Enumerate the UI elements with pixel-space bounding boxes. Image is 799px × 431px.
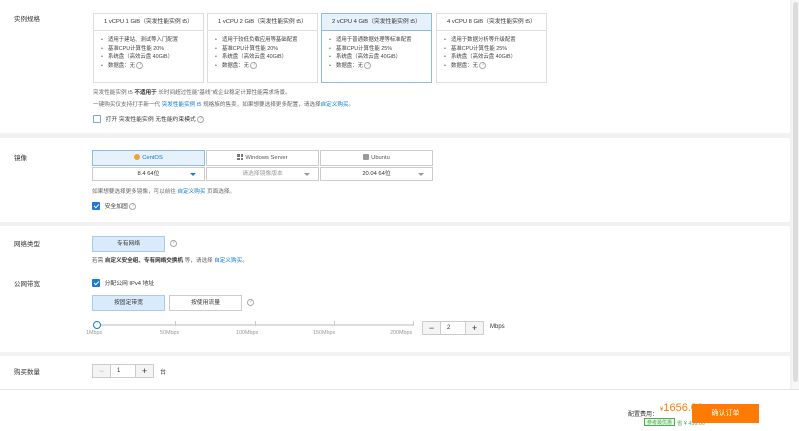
spec-card-1c1g[interactable]: 1 vCPU 1 GiB（突发性能实例 t5） 适用于建站、测试等入门配置 基准…: [93, 13, 204, 83]
bandwidth-slider[interactable]: [93, 321, 414, 329]
spec-card-title: 1 vCPU 2 GiB（突发性能实例 t5）: [208, 14, 317, 31]
help-icon[interactable]: ?: [364, 61, 372, 69]
spec-card-item: 适用于普通数据处理等标准配置: [329, 36, 431, 45]
spec-card-item: 系统盘（高效云盘 40GiB）: [329, 53, 431, 62]
help-icon[interactable]: ?: [170, 240, 177, 247]
order-footer: 配置费用： ¥1656.00 参考最优惠 省 ¥ 456.00 确认订单: [0, 389, 799, 431]
image-centos-option[interactable]: CentOS: [92, 150, 205, 166]
minus-icon[interactable]: −: [423, 322, 440, 334]
ubuntu-version-select[interactable]: 20.04 64位: [320, 167, 433, 181]
custom-purchase-link[interactable]: 自定义购买: [177, 189, 205, 195]
spec-card-item: 适用于建站、测试等入门配置: [101, 36, 203, 45]
image-section: 镜像 CentOS Windows Server Ubuntu 8.4 64位 …: [0, 138, 790, 222]
spec-card-item: 基准CPU计算性能 25%: [329, 45, 431, 54]
ubuntu-icon: [363, 154, 370, 161]
instance-spec-section: 实例规格 1 vCPU 1 GiB（突发性能实例 t5） 适用于建站、测试等入门…: [0, 0, 790, 133]
security-hardening-option[interactable]: 安全加固 ?: [92, 201, 137, 211]
help-icon[interactable]: ?: [247, 299, 254, 306]
burst-instance-link[interactable]: 突发性能实例 t5: [162, 102, 202, 108]
spec-card-4c8g[interactable]: 4 vCPU 8 GiB（突发性能实例 t5） 适用于数据分析等升级配置 基准C…: [436, 13, 547, 83]
security-hardening-checkbox[interactable]: [92, 202, 100, 211]
unlimited-mode-checkbox[interactable]: [93, 115, 101, 124]
image-note: 如果想要选择更多镜像，可以前往 自定义购买 页面选择。: [92, 189, 236, 195]
spec-card-item: 适用于较低负载应用等基础配置: [215, 36, 317, 45]
quantity-section: 购买数量 − 1 + 台: [0, 356, 790, 389]
help-icon[interactable]: ?: [250, 61, 258, 69]
spec-card-item: 系统盘（高效云盘 40GiB）: [444, 53, 546, 62]
slider-tick: [413, 321, 414, 326]
slider-tick-label: 200Mbps: [390, 330, 413, 336]
chevron-down-icon: [418, 173, 424, 176]
spec-card-item: 数据盘：无 ?: [329, 61, 431, 71]
spec-card-2c4g[interactable]: 2 vCPU 4 GiB（突发性能实例 t5） 适用于普通数据处理等标准配置 基…: [321, 13, 432, 83]
help-icon[interactable]: ?: [129, 202, 137, 210]
centos-version-select[interactable]: 8.4 64位: [92, 167, 205, 181]
slider-tick: [255, 321, 256, 326]
slider-tick: [175, 321, 176, 326]
network-type-label: 网络类型: [14, 241, 40, 248]
quantity-input[interactable]: 1: [110, 365, 136, 377]
slider-tick: [334, 321, 335, 326]
image-windows-option[interactable]: Windows Server: [206, 150, 319, 166]
spec-note-1: 突发性能实例 t5 不适用于 长时间超过性能“基线”或企业稳定计算性能需求场景。: [93, 90, 291, 96]
scrollbar[interactable]: [792, 0, 799, 389]
bandwidth-input[interactable]: 2: [440, 322, 466, 334]
vpc-button[interactable]: 专有网络: [92, 236, 165, 252]
spec-card-item: 数据盘：无 ?: [101, 61, 203, 71]
bandwidth-stepper[interactable]: − 2 +: [422, 321, 484, 335]
pay-by-traffic-button[interactable]: 按使用流量: [169, 295, 242, 311]
scrollbar-thumb[interactable]: [793, 2, 798, 382]
bandwidth-unit: Mbps: [490, 324, 505, 330]
quantity-stepper[interactable]: − 1 +: [92, 364, 154, 378]
image-label: 镜像: [14, 155, 27, 162]
spec-card-title: 1 vCPU 1 GiB（突发性能实例 t5）: [94, 14, 203, 31]
network-note: 若需 自定义安全组、专有网络交换机 等，请选择 自定义购买。: [92, 258, 248, 264]
centos-icon: [134, 154, 141, 161]
help-icon[interactable]: ?: [136, 61, 144, 69]
spec-card-item: 基准CPU计算性能 25%: [444, 45, 546, 54]
bandwidth-label: 公网带宽: [14, 281, 40, 288]
slider-tick-label: 50Mbps: [160, 330, 180, 336]
spec-note-2: 一键购买仅支持打手新一代 突发性能实例 t5 规格族的售卖，如果想要选择更多配置…: [93, 102, 355, 108]
spec-card-1c2g[interactable]: 1 vCPU 2 GiB（突发性能实例 t5） 适用于较低负载应用等基础配置 基…: [207, 13, 318, 83]
custom-purchase-link[interactable]: 自定义购买: [321, 102, 349, 108]
windows-version-select[interactable]: 请选择镜像版本: [206, 167, 319, 181]
quantity-label: 购买数量: [14, 369, 40, 376]
plus-icon[interactable]: +: [136, 365, 153, 377]
slider-tick-label: 1Mbps: [86, 330, 103, 336]
instance-spec-label: 实例规格: [14, 16, 40, 23]
spec-card-item: 数据盘：无 ?: [444, 61, 546, 71]
ipv4-option[interactable]: 分配公网 IPv4 地址: [92, 278, 154, 288]
unlimited-mode-option[interactable]: 打开 突发性能实例 无性能约束模式 ?: [93, 114, 205, 124]
spec-card-item: 系统盘（高效云盘 40GiB）: [215, 53, 317, 62]
help-icon[interactable]: ?: [479, 61, 487, 69]
fixed-bandwidth-button[interactable]: 按固定带宽: [92, 295, 165, 311]
ipv4-checkbox[interactable]: [92, 279, 100, 288]
slider-tick-label: 150Mbps: [313, 330, 336, 336]
image-ubuntu-option[interactable]: Ubuntu: [320, 150, 433, 166]
spec-card-item: 适用于数据分析等升级配置: [444, 36, 546, 45]
spec-card-item: 数据盘：无 ?: [215, 61, 317, 71]
spec-card-item: 基准CPU计算性能 20%: [101, 45, 203, 54]
chevron-down-icon: [304, 173, 310, 176]
spec-card-title: 4 vCPU 8 GiB（突发性能实例 t5）: [437, 14, 546, 31]
minus-icon[interactable]: −: [93, 365, 110, 377]
confirm-order-button[interactable]: 确认订单: [692, 404, 759, 423]
spec-card-item: 系统盘（高效云盘 40GiB）: [101, 53, 203, 62]
spec-card-item: 基准CPU计算性能 20%: [215, 45, 317, 54]
windows-icon: [237, 154, 244, 161]
slider-tick-label: 100Mbps: [236, 330, 259, 336]
quantity-unit: 台: [160, 370, 167, 376]
network-section: 网络类型 专有网络 ? 若需 自定义安全组、专有网络交换机 等，请选择 自定义购…: [0, 226, 790, 352]
bandwidth-slider-handle[interactable]: [93, 321, 101, 329]
help-icon[interactable]: ?: [197, 115, 205, 123]
spec-card-title: 2 vCPU 4 GiB（突发性能实例 t5）: [322, 14, 431, 31]
fee-label: 配置费用：: [628, 412, 659, 418]
plus-icon[interactable]: +: [466, 322, 483, 334]
promo-badge: 参考最优惠: [644, 418, 676, 426]
custom-purchase-link[interactable]: 自定义购买: [214, 258, 242, 264]
chevron-down-icon: [190, 173, 196, 176]
